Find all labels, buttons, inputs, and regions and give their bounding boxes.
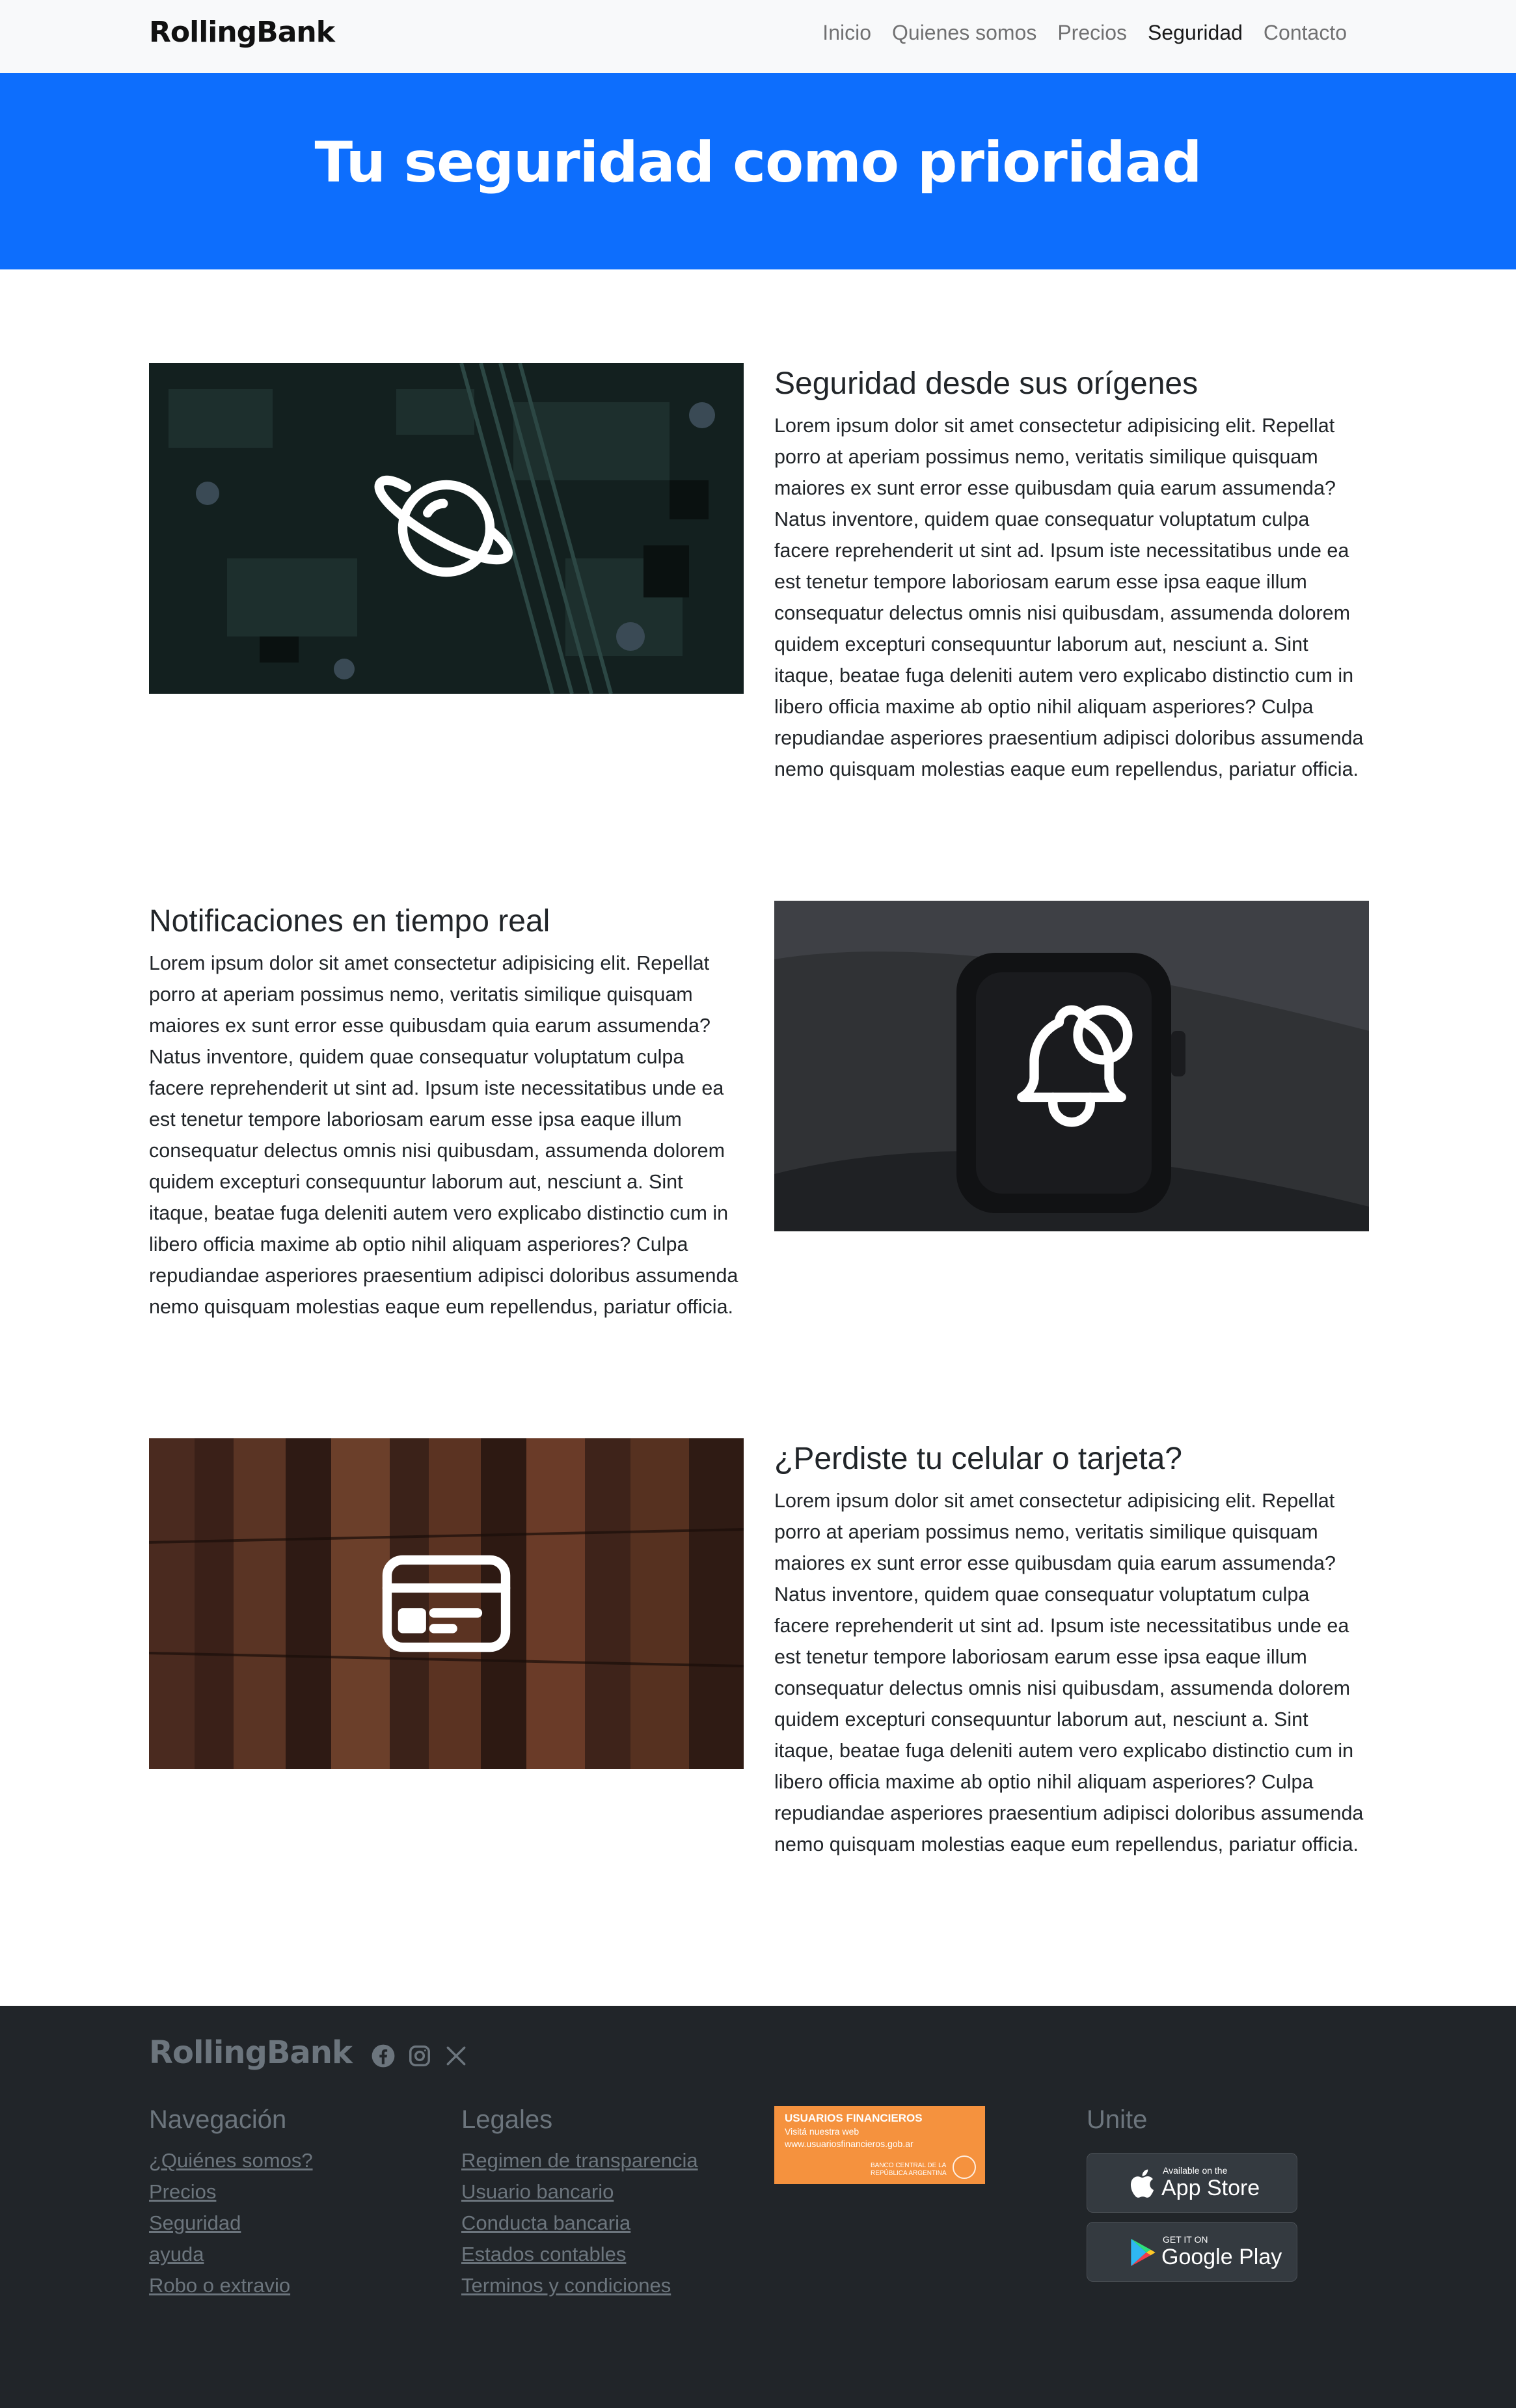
planet-icon [372,454,521,603]
nav-link-contacto[interactable]: Contacto [1253,21,1357,45]
uf-badge-seal-text: BANCO CENTRAL DE LA REPÚBLICA ARGENTINA [871,2162,947,2177]
google-play-icon [1131,2239,1156,2266]
footer-link-precios[interactable]: Precios [149,2176,313,2208]
footer-link-conducta-bancaria[interactable]: Conducta bancaria [461,2208,698,2239]
footer-link-terminos-condiciones[interactable]: Terminos y condiciones [461,2270,698,2301]
feature-body: Lorem ipsum dolor sit amet consectetur a… [774,415,1364,780]
footer-legal-column: Legales Regimen de transparencia Usuario… [461,2103,698,2301]
feature-text-1: Seguridad desde sus orígenes Lorem ipsum… [774,364,1369,785]
footer-link-robo-extravio[interactable]: Robo o extravio [149,2270,313,2301]
app-store-small-text: Available on the [1163,2165,1228,2176]
feature-text-2: Notificaciones en tiempo real Lorem ipsu… [149,902,744,1322]
nav-link-quienes-somos[interactable]: Quienes somos [882,21,1047,45]
footer-legal-title: Legales [461,2105,553,2134]
navbar: RollingBank Inicio Quienes somos Precios… [0,0,1516,73]
bcra-seal-icon [953,2155,976,2179]
bell-notification-icon [997,991,1146,1141]
hero-banner: Tu seguridad como prioridad [0,73,1516,269]
credit-card-icon [372,1529,521,1678]
hero-title: Tu seguridad como prioridad [314,130,1202,195]
footer-link-ayuda[interactable]: ayuda [149,2239,313,2270]
nav-link-precios[interactable]: Precios [1047,21,1137,45]
google-play-big-text: Google Play [1161,2245,1282,2269]
footer-join-title: Unite [1087,2105,1148,2134]
facebook-icon[interactable] [371,2044,396,2068]
instagram-icon[interactable] [407,2044,432,2068]
feature-image-smartwatch [774,901,1369,1231]
feature-image-circuit-board [149,363,744,694]
feature-title: Seguridad desde sus orígenes [774,366,1198,401]
feature-body: Lorem ipsum dolor sit amet consectetur a… [774,1490,1364,1855]
nav-links: Inicio Quienes somos Precios Seguridad C… [812,21,1357,45]
nav-link-seguridad[interactable]: Seguridad [1137,21,1253,45]
feature-text-3: ¿Perdiste tu celular o tarjeta? Lorem ip… [774,1440,1369,1860]
feature-title: ¿Perdiste tu celular o tarjeta? [774,1442,1182,1476]
footer-nav-title: Navegación [149,2105,287,2134]
footer-brand-logo[interactable]: RollingBank [149,2034,353,2071]
footer-join-column: Unite [1087,2103,1147,2145]
footer-link-seguridad[interactable]: Seguridad [149,2208,313,2239]
google-play-small-text: GET IT ON [1163,2234,1208,2245]
brand-logo[interactable]: RollingBank [149,16,335,49]
footer-link-estados-contables[interactable]: Estados contables [461,2239,698,2270]
footer-link-regimen-transparencia[interactable]: Regimen de transparencia [461,2145,698,2176]
x-icon[interactable] [444,2044,468,2068]
app-store-big-text: App Store [1161,2176,1260,2200]
google-play-button[interactable]: GET IT ON Google Play [1087,2222,1297,2282]
apple-icon [1130,2169,1154,2198]
nav-link-inicio[interactable]: Inicio [812,21,882,45]
uf-badge-url: www.usuariosfinancieros.gob.ar [785,2139,914,2149]
uf-badge-subtitle: Visitá nuestra web [785,2126,860,2137]
uf-badge-title: USUARIOS FINANCIEROS [785,2112,923,2124]
footer: RollingBank Navegación ¿Quiénes somos? P… [0,2006,1516,2408]
footer-link-quienes-somos[interactable]: ¿Quiénes somos? [149,2145,313,2176]
footer-nav-column: Navegación ¿Quiénes somos? Precios Segur… [149,2103,313,2301]
footer-link-usuario-bancario[interactable]: Usuario bancario [461,2176,698,2208]
usuarios-financieros-badge[interactable]: USUARIOS FINANCIEROS Visitá nuestra web … [774,2106,985,2184]
feature-image-wallets [149,1438,744,1769]
app-store-button[interactable]: Available on the App Store [1087,2153,1297,2213]
feature-title: Notificaciones en tiempo real [149,904,550,938]
feature-body: Lorem ipsum dolor sit amet consectetur a… [149,952,738,1318]
